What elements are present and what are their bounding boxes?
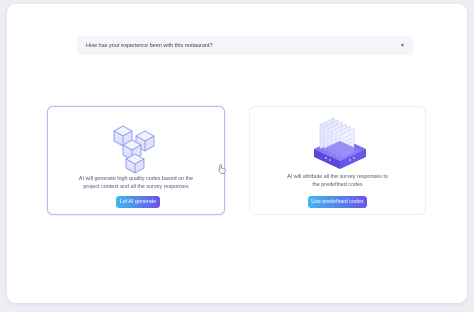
use-predefined-codes-button[interactable]: Use predefined codes xyxy=(308,196,367,208)
option-description: AI will generate high quality codes base… xyxy=(56,175,216,192)
option-description-line1: AI will attribute all the survey respons… xyxy=(287,174,388,180)
let-ai-generate-button[interactable]: Let AI generate xyxy=(116,196,160,208)
option-card-predefined-codes[interactable]: AI will attribute all the survey respons… xyxy=(249,106,426,215)
hand-cursor-icon xyxy=(218,164,226,174)
cubes-icon xyxy=(113,125,155,173)
chevron-down-icon: ▾ xyxy=(400,43,404,49)
option-description-line2: project context and all the survey respo… xyxy=(83,184,189,191)
option-description-line1: AI will generate high quality codes base… xyxy=(78,176,194,182)
option-card-ai-generate[interactable]: AI will generate high quality codes base… xyxy=(47,106,225,215)
question-text: How has your experience been with this r… xyxy=(86,42,213,49)
question-dropdown[interactable]: How has your experience been with this r… xyxy=(77,36,413,55)
option-description: AI will attribute all the survey respons… xyxy=(258,173,417,190)
stacked-files-box-icon xyxy=(314,117,366,169)
option-description-line2: the predefined codes xyxy=(312,182,363,189)
